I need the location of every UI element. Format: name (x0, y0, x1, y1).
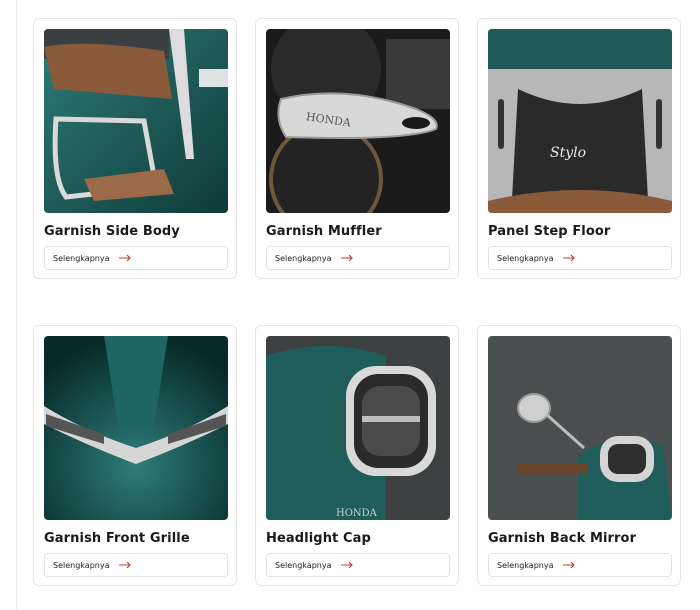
product-card: Garnish Back Mirror Selengkapnya (477, 325, 681, 586)
button-label: Selengkapnya (497, 253, 554, 263)
button-label: Selengkapnya (53, 560, 110, 570)
garnish-front-grille-image[interactable] (44, 336, 228, 520)
arrow-right-icon (563, 254, 576, 262)
arrow-right-icon (341, 561, 354, 569)
garnish-back-mirror-image[interactable] (488, 336, 672, 520)
arrow-right-icon (563, 561, 576, 569)
card-title: Panel Step Floor (488, 224, 611, 239)
selengkapnya-button[interactable]: Selengkapnya (44, 246, 228, 270)
headlight-cap-image[interactable]: HONDA (266, 336, 450, 520)
arrow-right-icon (119, 561, 132, 569)
button-label: Selengkapnya (275, 560, 332, 570)
product-card: Garnish Side Body Selengkapnya (33, 18, 237, 279)
product-card: HONDA Garnish Muffler Selengkapnya (255, 18, 459, 279)
card-title: Garnish Front Grille (44, 531, 190, 546)
arrow-right-icon (341, 254, 354, 262)
honda-logo-text: HONDA (336, 508, 378, 519)
button-label: Selengkapnya (497, 560, 554, 570)
selengkapnya-button[interactable]: Selengkapnya (488, 246, 672, 270)
arrow-right-icon (119, 254, 132, 262)
card-title: Garnish Muffler (266, 224, 382, 239)
garnish-muffler-image[interactable]: HONDA (266, 29, 450, 213)
card-title: Headlight Cap (266, 531, 371, 546)
button-label: Selengkapnya (275, 253, 332, 263)
card-title: Garnish Back Mirror (488, 531, 637, 546)
stylo-logo-text: Stylo (550, 145, 586, 161)
selengkapnya-button[interactable]: Selengkapnya (266, 246, 450, 270)
page-divider-line (16, 0, 17, 610)
selengkapnya-button[interactable]: Selengkapnya (266, 553, 450, 577)
selengkapnya-button[interactable]: Selengkapnya (488, 553, 672, 577)
button-label: Selengkapnya (53, 253, 110, 263)
product-card: Garnish Front Grille Selengkapnya (33, 325, 237, 586)
panel-step-floor-image[interactable]: Stylo (488, 29, 672, 213)
product-card: Stylo Panel Step Floor Selengkapnya (477, 18, 681, 279)
card-title: Garnish Side Body (44, 224, 180, 239)
garnish-side-body-image[interactable] (44, 29, 228, 213)
product-card: HONDA Headlight Cap Selengkapnya (255, 325, 459, 586)
selengkapnya-button[interactable]: Selengkapnya (44, 553, 228, 577)
